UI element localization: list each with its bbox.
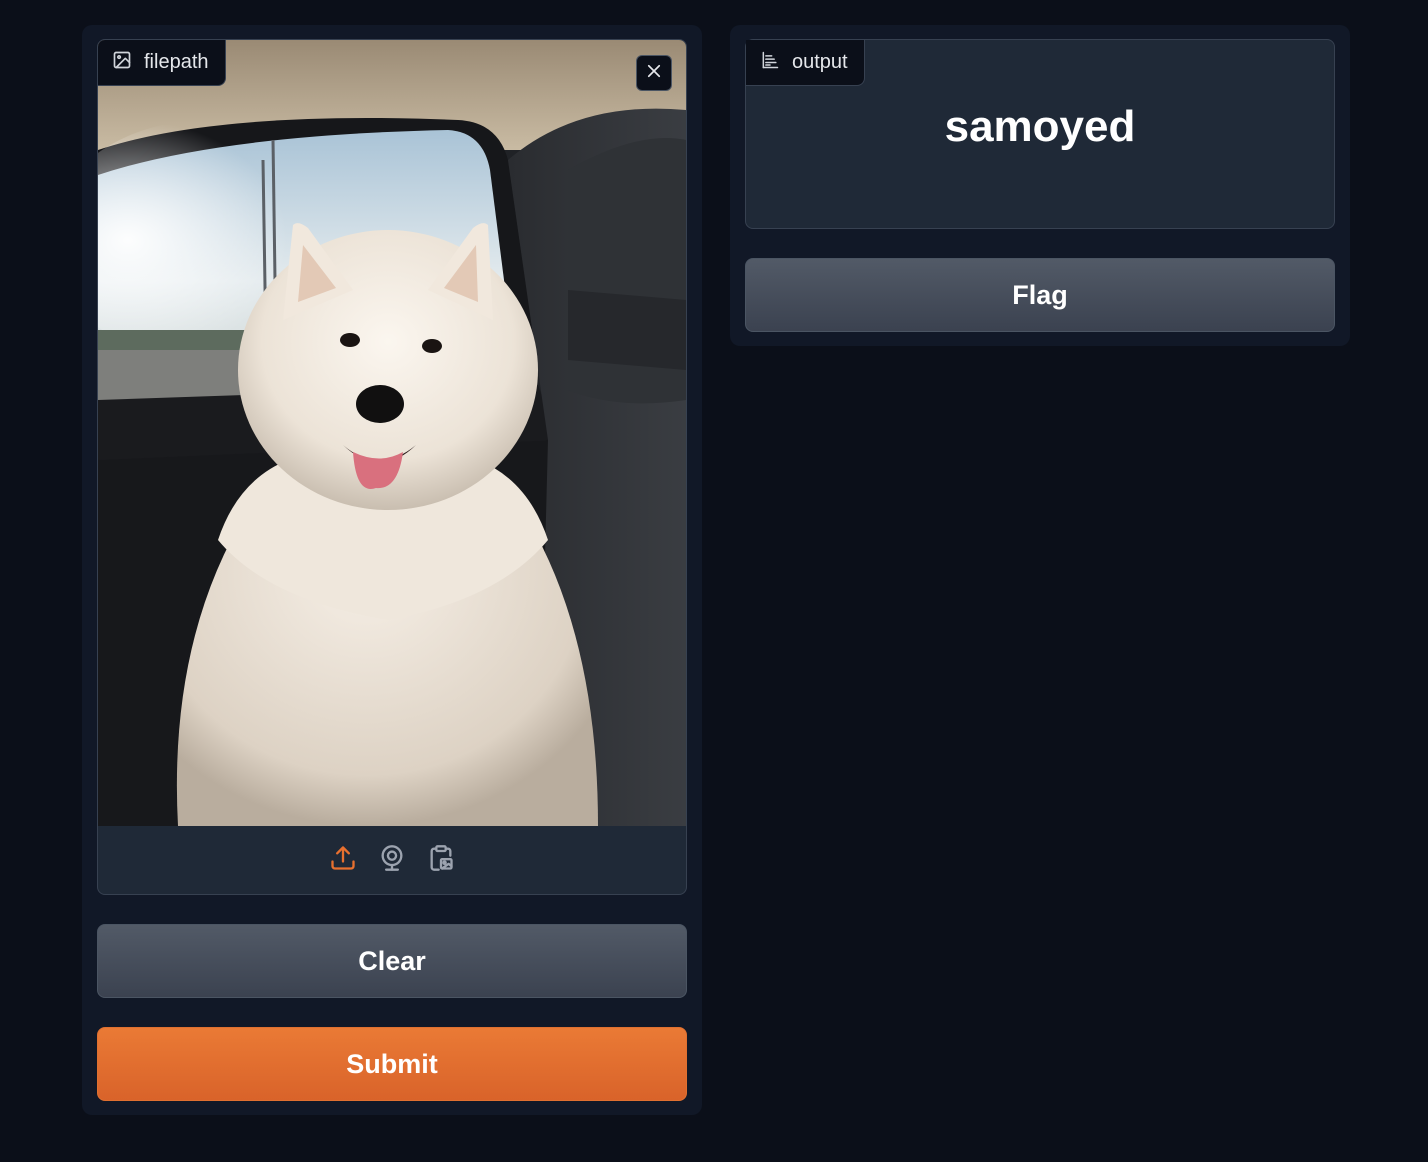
clear-button[interactable]: Clear bbox=[97, 924, 687, 998]
webcam-icon bbox=[378, 844, 406, 877]
input-label-tab: filepath bbox=[98, 40, 226, 86]
output-block: output samoyed bbox=[745, 39, 1335, 229]
image-input[interactable]: filepath bbox=[97, 39, 687, 895]
image-icon bbox=[112, 50, 132, 76]
output-column: output samoyed Flag bbox=[730, 25, 1350, 346]
upload-source-button[interactable] bbox=[328, 845, 359, 876]
input-column: filepath Clear Submit bbox=[82, 25, 702, 1115]
flag-button[interactable]: Flag bbox=[745, 258, 1335, 332]
remove-image-button[interactable] bbox=[636, 55, 672, 91]
clipboard-icon bbox=[427, 844, 455, 877]
close-icon bbox=[645, 62, 663, 85]
output-label: output bbox=[792, 51, 848, 73]
submit-button[interactable]: Submit bbox=[97, 1027, 687, 1101]
upload-icon bbox=[329, 844, 357, 877]
clipboard-source-button[interactable] bbox=[426, 844, 457, 877]
output-label-tab: output bbox=[746, 40, 865, 86]
webcam-source-button[interactable] bbox=[377, 844, 408, 877]
input-label: filepath bbox=[144, 51, 209, 73]
dog-photo bbox=[98, 40, 686, 826]
predicted-label: samoyed bbox=[944, 102, 1136, 151]
bar-chart-icon bbox=[760, 50, 780, 76]
source-selector bbox=[98, 826, 686, 894]
